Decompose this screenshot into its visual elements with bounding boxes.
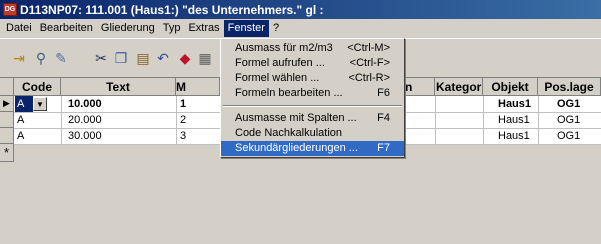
- table-row-3-objekt[interactable]: Haus1: [496, 128, 538, 144]
- search-icon[interactable]: ⚲: [32, 49, 50, 67]
- menu-help[interactable]: ?: [269, 20, 283, 37]
- column-header-code[interactable]: Code: [14, 78, 61, 96]
- menu-item-label: Ausmass für m2/m3: [235, 42, 333, 54]
- row-selector[interactable]: [0, 112, 14, 128]
- menu-typ[interactable]: Typ: [159, 20, 185, 37]
- menu-item-shortcut: F6: [377, 87, 390, 99]
- code-dropdown-arrow-icon[interactable]: ▼: [33, 97, 47, 111]
- table-row-1-code[interactable]: A: [15, 96, 33, 112]
- menu-item-label: Sekundärgliederungen ...: [235, 142, 358, 154]
- menu-bar: Datei Bearbeiten Gliederung Typ Extras F…: [0, 19, 601, 38]
- column-header-kategorie[interactable]: Kategor: [435, 78, 483, 96]
- menu-item-shortcut: F7: [377, 142, 390, 154]
- column-header-poslage[interactable]: Pos.lage: [538, 78, 601, 96]
- menu-item-formel-waehlen[interactable]: Formel wählen ... <Ctrl-R>: [221, 71, 404, 86]
- grid-line: [61, 96, 62, 144]
- row-selector-new[interactable]: *: [0, 144, 14, 162]
- column-header-text[interactable]: Text: [61, 78, 176, 96]
- table-row-1-objekt[interactable]: Haus1: [496, 96, 538, 112]
- menu-item-ausmass-m2m3[interactable]: Ausmass für m2/m3 <Ctrl-M>: [221, 41, 404, 56]
- menu-separator: [223, 105, 402, 107]
- table-row-1-poslage[interactable]: OG1: [555, 96, 599, 112]
- grid-line: [435, 96, 436, 144]
- menu-fenster[interactable]: Fenster: [223, 20, 269, 37]
- menu-item-formeln-bearbeiten[interactable]: Formeln bearbeiten ... F6: [221, 86, 404, 101]
- fenster-menu-dropdown: Ausmass für m2/m3 <Ctrl-M> Formel aufrufe…: [220, 38, 405, 158]
- menu-item-label: Formel aufrufen ...: [235, 57, 325, 69]
- row-header-corner: [0, 78, 14, 96]
- menu-item-shortcut: <Ctrl-F>: [349, 57, 390, 69]
- grid-line: [483, 96, 484, 144]
- menu-item-label: Ausmasse mit Spalten ...: [235, 112, 357, 124]
- calc-icon[interactable]: ▦: [196, 49, 214, 67]
- open-icon[interactable]: ⇥: [10, 49, 28, 67]
- edit-icon[interactable]: ✎: [52, 49, 70, 67]
- table-row-2-code[interactable]: A: [15, 112, 60, 128]
- cut-icon[interactable]: ✂: [92, 49, 110, 67]
- title-bar: DG D113NP07: 111.001 (Haus1:) "des Unter…: [0, 0, 601, 19]
- menu-gliederung[interactable]: Gliederung: [97, 20, 159, 37]
- menu-item-code-nachkalkulation[interactable]: Code Nachkalkulation: [221, 126, 404, 141]
- column-header-n[interactable]: n: [405, 78, 435, 96]
- table-row-3-poslage[interactable]: OG1: [555, 128, 599, 144]
- table-row-3-text[interactable]: 30.000: [66, 128, 174, 144]
- menu-datei[interactable]: Datei: [2, 20, 36, 37]
- row-selector-current[interactable]: ▶: [0, 96, 14, 112]
- menu-item-ausmasse-spalten[interactable]: Ausmasse mit Spalten ... F4: [221, 111, 404, 126]
- app-icon[interactable]: DG: [3, 3, 17, 16]
- menu-item-label: Formeln bearbeiten ...: [235, 87, 343, 99]
- table-row-1-m[interactable]: 1: [178, 96, 218, 112]
- window-title: D113NP07: 111.001 (Haus1:) "des Unterneh…: [20, 2, 324, 17]
- menu-bearbeiten[interactable]: Bearbeiten: [36, 20, 97, 37]
- table-row-1-text[interactable]: 10.000: [66, 96, 174, 112]
- column-header-objekt[interactable]: Objekt: [483, 78, 538, 96]
- menu-item-label: Code Nachkalkulation: [235, 127, 343, 139]
- table-row-3-code[interactable]: A: [15, 128, 60, 144]
- table-row-2-objekt[interactable]: Haus1: [496, 112, 538, 128]
- table-row-2-poslage[interactable]: OG1: [555, 112, 599, 128]
- menu-item-shortcut: <Ctrl-R>: [348, 72, 390, 84]
- menu-item-sekundaergliederungen[interactable]: Sekundärgliederungen ... F7: [221, 141, 404, 156]
- menu-item-shortcut: F4: [377, 112, 390, 124]
- grid-line: [538, 96, 539, 144]
- row-selector[interactable]: [0, 128, 14, 144]
- menu-item-label: Formel wählen ...: [235, 72, 320, 84]
- grid-line: [176, 96, 177, 144]
- copy-icon[interactable]: ❐: [112, 49, 130, 67]
- undo-icon[interactable]: ↶: [154, 49, 172, 67]
- menu-item-formel-aufrufen[interactable]: Formel aufrufen ... <Ctrl-F>: [221, 56, 404, 71]
- paste-icon[interactable]: ▤: [134, 49, 152, 67]
- table-row-3-m[interactable]: 3: [178, 128, 218, 144]
- menu-extras[interactable]: Extras: [184, 20, 223, 37]
- column-header-m[interactable]: M: [176, 78, 220, 96]
- menu-item-shortcut: <Ctrl-M>: [347, 42, 390, 54]
- table-row-2-text[interactable]: 20.000: [66, 112, 174, 128]
- table-row-2-m[interactable]: 2: [178, 112, 218, 128]
- eraser-icon[interactable]: ◆: [176, 49, 194, 67]
